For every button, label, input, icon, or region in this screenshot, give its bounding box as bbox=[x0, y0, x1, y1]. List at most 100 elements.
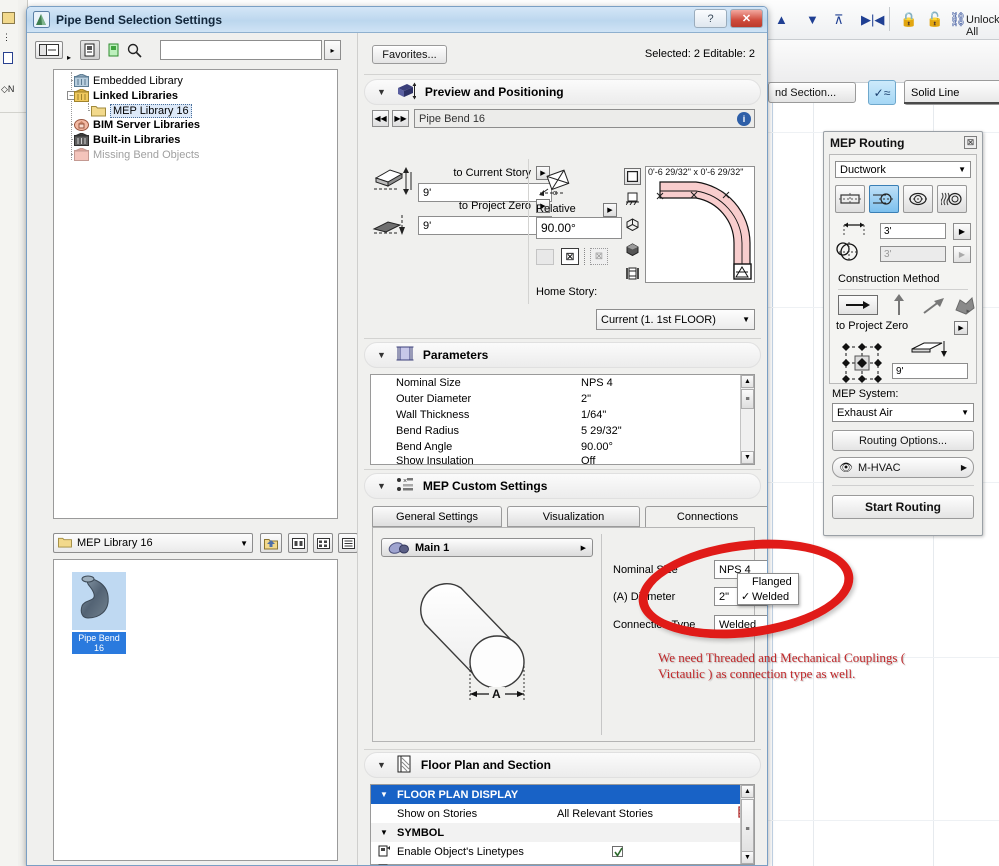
enable-linetypes-checkbox[interactable] bbox=[612, 846, 623, 857]
layer-select[interactable]: 👁 M-HVAC ▶ bbox=[832, 457, 974, 478]
help-button[interactable]: ? bbox=[694, 9, 727, 28]
vertical-route-icon[interactable] bbox=[892, 293, 906, 320]
3d-shaded-icon[interactable] bbox=[624, 241, 641, 258]
info-icon[interactable]: i bbox=[737, 112, 751, 126]
rect-duct-icon[interactable] bbox=[835, 185, 865, 213]
favorites-button[interactable]: Favorites... bbox=[372, 45, 447, 64]
front-view-icon[interactable] bbox=[624, 190, 641, 207]
duct-width-field[interactable]: 3' bbox=[880, 223, 946, 239]
scrollbar-thumb[interactable]: ≡ bbox=[741, 799, 754, 859]
tree-item-mep-library-16[interactable]: MEP Library 16 bbox=[71, 103, 192, 118]
floor-plan-settings-list[interactable]: ▼ FLOOR PLAN DISPLAY Show on Stories All… bbox=[370, 784, 755, 865]
routing-options-button[interactable]: Routing Options... bbox=[832, 430, 974, 451]
sloped-route-icon[interactable] bbox=[922, 297, 946, 318]
lock-closed-icon[interactable]: 🔒 bbox=[900, 11, 917, 28]
scroll-up-icon[interactable]: ▲ bbox=[741, 375, 754, 388]
library-tree[interactable]: − Embedded Library Linked Libraries MEP … bbox=[53, 69, 338, 519]
library-thumbnail-pane[interactable]: Pipe Bend 16 bbox=[53, 559, 338, 861]
list-item-show-on-stories[interactable]: Show on Stories All Relevant Stories bbox=[371, 804, 754, 823]
small-icons-icon[interactable] bbox=[313, 533, 333, 553]
floor-plan-scrollbar[interactable]: ▲ ≡ ▼ bbox=[740, 785, 754, 864]
view-mode-icon[interactable] bbox=[35, 41, 63, 59]
list-item-enable-pens[interactable]: Enable Object's Pens bbox=[371, 861, 754, 865]
parameters-list[interactable]: Nominal Size NPS 4 Outer Diameter 2" Wal… bbox=[370, 374, 755, 467]
unlock-all-icon[interactable]: ⛓ bbox=[949, 11, 967, 28]
library-thumbnail-item[interactable]: Pipe Bend 16 bbox=[72, 572, 126, 654]
search-icon[interactable] bbox=[127, 43, 142, 61]
object-preview[interactable]: 0'-6 29/32" x 0'-6 29/32" bbox=[645, 166, 755, 283]
folder-icon[interactable] bbox=[2, 12, 15, 24]
section-header-parameters[interactable]: ▼ Parameters bbox=[364, 342, 761, 368]
mep-system-select[interactable]: Exhaust Air ▼ bbox=[832, 403, 974, 422]
tree-item-bim-server-libraries[interactable]: BIM Server Libraries bbox=[54, 117, 200, 132]
next-object-icon[interactable]: ▶▶ bbox=[392, 110, 409, 127]
library-folder-select[interactable]: MEP Library 16 ▼ bbox=[53, 533, 253, 553]
section-view-icon[interactable] bbox=[624, 265, 641, 282]
horizontal-route-icon[interactable] bbox=[838, 295, 878, 315]
table-row[interactable]: Nominal Size NPS 4 bbox=[371, 375, 754, 391]
section-header-preview[interactable]: ▼ Preview and Positioning bbox=[364, 79, 761, 105]
flex-insulated-duct-icon[interactable] bbox=[937, 185, 967, 213]
up-folder-icon[interactable] bbox=[260, 533, 282, 553]
search-submit-icon[interactable]: ▸ bbox=[324, 40, 341, 60]
linetype-check-icon[interactable]: ✓≈ bbox=[868, 80, 896, 105]
list-item-floor-plan-display[interactable]: ▼ FLOOR PLAN DISPLAY bbox=[371, 785, 754, 804]
floor-plan-section-button[interactable]: nd Section... bbox=[768, 82, 856, 103]
mirror-x-icon[interactable]: ⊠ bbox=[561, 248, 579, 265]
favorite-object-icon[interactable] bbox=[105, 40, 123, 60]
search-input[interactable] bbox=[160, 40, 322, 60]
mirror-off-icon[interactable] bbox=[536, 249, 554, 265]
document-icon[interactable] bbox=[3, 52, 13, 64]
anchor-point-grid-icon[interactable] bbox=[838, 339, 886, 387]
tab-general-settings[interactable]: General Settings bbox=[372, 506, 502, 527]
duct-height-field[interactable]: 3' bbox=[880, 246, 946, 262]
home-story-select[interactable]: Current (1. 1st FLOOR) ▼ bbox=[596, 309, 755, 330]
large-icons-icon[interactable] bbox=[288, 533, 308, 553]
object-name-field[interactable]: Pipe Bend 16 bbox=[414, 109, 755, 128]
tab-visualization[interactable]: Visualization bbox=[507, 506, 640, 527]
connection-node-main-1[interactable]: Main 1 ▶ bbox=[381, 538, 593, 557]
table-row[interactable]: Bend Radius 5 29/32" bbox=[371, 423, 754, 439]
tab-connections[interactable]: Connections bbox=[645, 506, 767, 527]
close-icon[interactable]: ⊠ bbox=[964, 136, 977, 149]
tree-item-embedded-library[interactable]: Embedded Library bbox=[54, 73, 183, 88]
parameters-scrollbar[interactable]: ▲ ≡ ▼ bbox=[740, 375, 754, 464]
list-view-icon[interactable] bbox=[338, 533, 358, 553]
chevron-down-icon[interactable]: ▼ bbox=[377, 760, 386, 770]
chevron-down-icon[interactable]: ▼ bbox=[377, 350, 386, 360]
prev-object-icon[interactable]: ◀◀ bbox=[372, 110, 389, 127]
round-duct-icon[interactable] bbox=[869, 185, 899, 213]
object-list-icon[interactable] bbox=[80, 40, 100, 60]
section-header-mep-custom[interactable]: ▼ × MEP Custom Settings bbox=[364, 473, 761, 499]
close-button[interactable]: ✕ bbox=[730, 9, 763, 28]
flex-duct-icon[interactable] bbox=[903, 185, 933, 213]
scroll-up-icon[interactable]: ▲ bbox=[741, 785, 754, 798]
to-project-zero-popup-icon[interactable]: ▶ bbox=[954, 321, 968, 335]
chevron-right-icon[interactable]: ▸ bbox=[966, 307, 970, 315]
scroll-down-icon[interactable]: ▼ bbox=[741, 451, 754, 464]
arrow-up-icon[interactable]: ▲ bbox=[775, 12, 788, 27]
arrow-down-icon[interactable]: ▼ bbox=[806, 12, 819, 27]
list-item-enable-linetypes[interactable]: Enable Object's Linetypes bbox=[371, 842, 754, 861]
scroll-down-icon[interactable]: ▼ bbox=[741, 851, 754, 864]
rotation-field[interactable]: 90.00° bbox=[536, 217, 622, 239]
section-header-floor-plan[interactable]: ▼ Floor Plan and Section bbox=[364, 752, 761, 778]
3d-view-icon[interactable] bbox=[624, 216, 641, 233]
table-row[interactable]: Outer Diameter 2" bbox=[371, 391, 754, 407]
chevron-down-icon[interactable]: ▼ bbox=[377, 87, 386, 97]
mirror-dotted-icon[interactable]: ⊠ bbox=[590, 248, 608, 265]
tree-item-linked-libraries[interactable]: Linked Libraries bbox=[54, 88, 178, 103]
chevron-down-icon[interactable]: ▸ bbox=[67, 53, 71, 62]
list-item-symbol-group[interactable]: ▼ SYMBOL bbox=[371, 823, 754, 842]
scrollbar-thumb[interactable]: ≡ bbox=[741, 389, 754, 409]
tree-item-builtin-libraries[interactable]: Built-in Libraries bbox=[54, 132, 180, 147]
chevron-down-icon[interactable]: ▼ bbox=[371, 828, 397, 837]
align-icon[interactable]: ▶|◀ bbox=[861, 12, 884, 28]
unlock-all-label[interactable]: Unlock All bbox=[966, 14, 999, 38]
elevation-field[interactable]: 9' bbox=[892, 363, 968, 379]
table-row[interactable]: Bend Angle 90.00° bbox=[371, 439, 754, 455]
table-row[interactable]: Show Insulation Off bbox=[371, 455, 754, 467]
tree-item-missing-bend-objects[interactable]: Missing Bend Objects bbox=[54, 147, 199, 162]
table-row[interactable]: Wall Thickness 1/64" bbox=[371, 407, 754, 423]
system-type-select[interactable]: Ductwork ▼ bbox=[835, 161, 971, 178]
